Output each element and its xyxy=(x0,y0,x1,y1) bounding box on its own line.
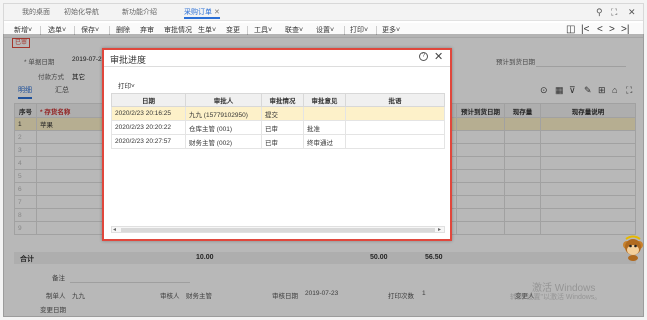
tab-init-nav[interactable]: 初始化导航 xyxy=(64,7,99,19)
table-row[interactable]: 2020/2/23 20:20:22 仓库主管 (001) 已审 批准 xyxy=(111,120,445,135)
cell-approver: 财务主管 (002) xyxy=(185,134,262,149)
tab-bar: 我的桌面 初始化导航 新功能介绍 采购订单 ✕ ⚲ ⛶ ✕ xyxy=(4,4,643,21)
cell-remark xyxy=(345,134,445,149)
col-status: 审批情况 xyxy=(261,93,304,107)
tab-purchase-order[interactable]: 采购订单 ✕ xyxy=(184,7,220,19)
cell-status: 提交 xyxy=(261,106,304,121)
search-icon[interactable]: ⚲ xyxy=(596,7,603,18)
dialog-title: 审批进度 xyxy=(110,55,147,65)
cell-approver: 仓库主管 (001) xyxy=(185,120,262,135)
approval-progress-dialog: 审批进度 ? ✕ 打印˅ 日期 审批人 审批情况 审批意见 批语 2020/2/… xyxy=(102,48,452,241)
col-remark: 批语 xyxy=(345,93,445,107)
cell-status: 已审 xyxy=(261,120,304,135)
cell-date: 2020/2/23 20:20:22 xyxy=(111,120,186,135)
dialog-divider xyxy=(104,66,450,67)
tab-desktop[interactable]: 我的桌面 xyxy=(22,7,50,19)
help-icon[interactable]: ? xyxy=(419,52,428,61)
close-icon[interactable]: ✕ xyxy=(434,50,443,63)
horizontal-scrollbar[interactable]: ◂ ▸ xyxy=(111,226,445,233)
cell-opinion: 终审通过 xyxy=(303,134,346,149)
scroll-right-icon[interactable]: ▸ xyxy=(438,226,441,233)
table-row[interactable]: 2020/2/23 20:16:25 九九 (15779102950) 提交 xyxy=(111,106,445,121)
cell-remark xyxy=(345,120,445,135)
cell-remark xyxy=(345,106,445,121)
col-approver: 审批人 xyxy=(185,93,262,107)
cell-status: 已审 xyxy=(261,134,304,149)
tab-new-features[interactable]: 新功能介绍 xyxy=(122,7,157,19)
dialog-print-button[interactable]: 打印˅ xyxy=(118,80,135,90)
watermark-subtitle: 转到"设置"以激活 Windows。 xyxy=(510,294,602,301)
mascot-monkey-icon[interactable] xyxy=(622,235,644,261)
table-row[interactable]: 2020/2/23 20:27:57 财务主管 (002) 已审 终审通过 xyxy=(111,134,445,149)
approval-header-row: 日期 审批人 审批情况 审批意见 批语 xyxy=(111,93,445,107)
cell-date: 2020/2/23 20:16:25 xyxy=(111,106,186,121)
cell-opinion xyxy=(303,106,346,121)
cell-opinion: 批准 xyxy=(303,120,346,135)
cell-approver: 九九 (15779102950) xyxy=(185,106,262,121)
cell-date: 2020/2/23 20:27:57 xyxy=(111,134,186,149)
tab-purchase-order-label: 采购订单 xyxy=(184,9,212,16)
restore-icon[interactable]: ⛶ xyxy=(611,7,617,18)
close-icon[interactable]: ✕ xyxy=(214,9,220,16)
scroll-thumb[interactable] xyxy=(121,228,435,232)
approval-table: 日期 审批人 审批情况 审批意见 批语 2020/2/23 20:16:25 九… xyxy=(111,93,445,149)
col-date: 日期 xyxy=(111,93,186,107)
close-icon[interactable]: ✕ xyxy=(628,7,636,18)
col-opinion: 审批意见 xyxy=(303,93,346,107)
scroll-left-icon[interactable]: ◂ xyxy=(113,226,116,233)
